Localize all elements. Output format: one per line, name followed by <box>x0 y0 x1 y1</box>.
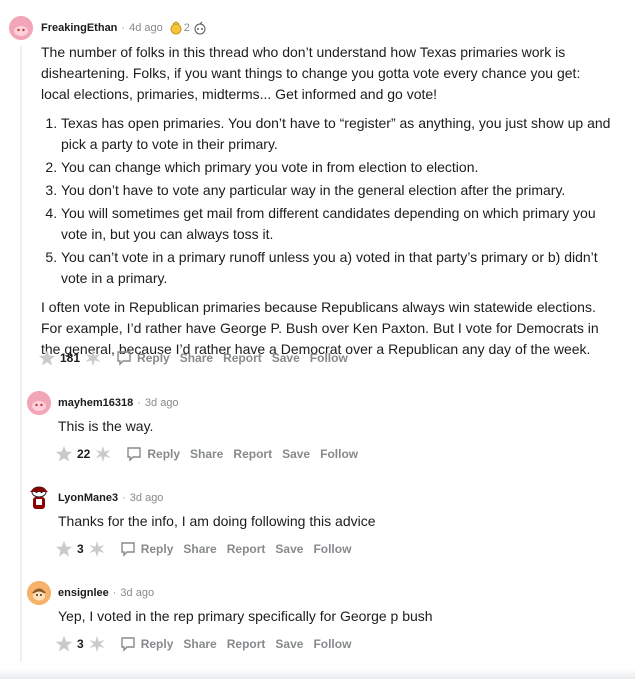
timestamp[interactable]: 4d ago <box>129 22 163 34</box>
vote-count: 3 <box>77 637 84 651</box>
list-item: You don’t have to vote any particular wa… <box>61 180 611 201</box>
speech-bubble-icon <box>120 542 135 557</box>
downvote-star-icon[interactable] <box>88 635 106 653</box>
numbered-list: Texas has open primaries. You don’t have… <box>41 113 611 289</box>
downvote-star-icon[interactable] <box>94 445 112 463</box>
comment-body: Yep, I voted in the rep primary specific… <box>58 608 433 624</box>
vote-count: 181 <box>60 351 81 365</box>
comment-body: This is the way. <box>58 418 154 434</box>
timestamp[interactable]: 3d ago <box>120 587 154 599</box>
separator: · <box>137 397 141 409</box>
reply-button[interactable]: Reply <box>120 636 174 652</box>
avatar[interactable] <box>27 581 51 605</box>
vote-count: 3 <box>77 542 84 556</box>
follow-button[interactable]: Follow <box>310 351 348 365</box>
upvote-star-icon[interactable] <box>55 445 73 463</box>
list-item: You will sometimes get mail from differe… <box>61 203 611 245</box>
follow-button[interactable]: Follow <box>313 542 351 556</box>
username[interactable]: ensignlee <box>58 587 109 599</box>
vote-group: 3 <box>55 540 106 558</box>
avatar[interactable] <box>27 484 51 512</box>
share-button[interactable]: Share <box>190 447 223 461</box>
save-button[interactable]: Save <box>272 351 300 365</box>
comment-actions: 3 Reply Share Report Save Follow <box>55 540 351 558</box>
separator: · <box>112 587 117 599</box>
snoo-avatar-icon <box>27 581 51 605</box>
bottom-edge <box>0 669 635 679</box>
save-button[interactable]: Save <box>275 542 303 556</box>
report-button[interactable]: Report <box>233 447 272 461</box>
snoo-avatar-icon <box>30 486 48 509</box>
snoo-avatar-icon <box>9 16 33 40</box>
comment-meta: FreakingEthan · 4d ago 2 <box>41 21 208 35</box>
save-button[interactable]: Save <box>275 637 303 651</box>
vote-count: 22 <box>77 447 91 461</box>
reply-button[interactable]: Reply <box>116 350 170 366</box>
share-button[interactable]: Share <box>183 542 216 556</box>
reply-label: Reply <box>147 447 181 461</box>
avatar[interactable] <box>27 391 51 415</box>
follow-button[interactable]: Follow <box>320 447 358 461</box>
comment-actions: 22 Reply Share Report Save Follow <box>55 445 358 463</box>
share-button[interactable]: Share <box>183 637 216 651</box>
comment-body: Thanks for the info, I am doing followin… <box>58 513 376 529</box>
separator: · <box>122 492 126 504</box>
comment-body: The number of folks in this thread who d… <box>41 42 611 360</box>
downvote-star-icon[interactable] <box>88 540 106 558</box>
comment-intro: The number of folks in this thread who d… <box>41 44 581 102</box>
list-item: You can change which primary you vote in… <box>61 157 611 178</box>
save-button[interactable]: Save <box>282 447 310 461</box>
reply-button[interactable]: Reply <box>120 541 174 557</box>
upvote-star-icon[interactable] <box>38 349 56 367</box>
report-button[interactable]: Report <box>227 637 266 651</box>
comment-meta: LyonMane3 · 3d ago <box>58 492 163 504</box>
speech-bubble-icon <box>117 351 131 366</box>
username[interactable]: FreakingEthan <box>41 22 117 34</box>
separator: · <box>121 22 126 34</box>
reply-label: Reply <box>137 351 170 365</box>
follow-button[interactable]: Follow <box>313 637 351 651</box>
vote-group: 3 <box>55 635 106 653</box>
username[interactable]: LyonMane3 <box>58 492 118 504</box>
comment-actions: 3 Reply Share Report Save Follow <box>55 635 351 653</box>
comment-meta: ensignlee · 3d ago <box>58 587 154 599</box>
list-item: You can’t vote in a primary runoff unles… <box>61 247 611 289</box>
snoo-avatar-icon <box>27 391 51 415</box>
report-button[interactable]: Report <box>223 351 262 365</box>
speech-bubble-icon <box>127 447 142 462</box>
downvote-star-icon[interactable] <box>84 349 102 367</box>
snoo-award-icon <box>194 21 206 35</box>
timestamp[interactable]: 3d ago <box>145 397 179 409</box>
report-button[interactable]: Report <box>227 542 266 556</box>
vote-group: 22 <box>55 445 112 463</box>
comment-actions: 181 Reply Share Report Save Follow <box>38 349 348 367</box>
avatar[interactable] <box>9 16 33 40</box>
award-medal-icon <box>170 21 182 35</box>
reply-label: Reply <box>140 542 174 556</box>
timestamp[interactable]: 3d ago <box>130 492 164 504</box>
vote-group: 181 <box>38 349 102 367</box>
reply-button[interactable]: Reply <box>126 446 180 462</box>
thread-line[interactable] <box>20 46 22 662</box>
award-badge[interactable]: 2 <box>169 21 208 35</box>
username[interactable]: mayhem16318 <box>58 397 133 409</box>
reply-label: Reply <box>140 637 174 651</box>
share-button[interactable]: Share <box>180 351 213 365</box>
upvote-star-icon[interactable] <box>55 540 73 558</box>
list-item: Texas has open primaries. You don’t have… <box>61 113 611 155</box>
upvote-star-icon[interactable] <box>55 635 73 653</box>
speech-bubble-icon <box>120 637 135 652</box>
comment-meta: mayhem16318 · 3d ago <box>58 397 179 409</box>
award-count: 2 <box>183 22 190 34</box>
